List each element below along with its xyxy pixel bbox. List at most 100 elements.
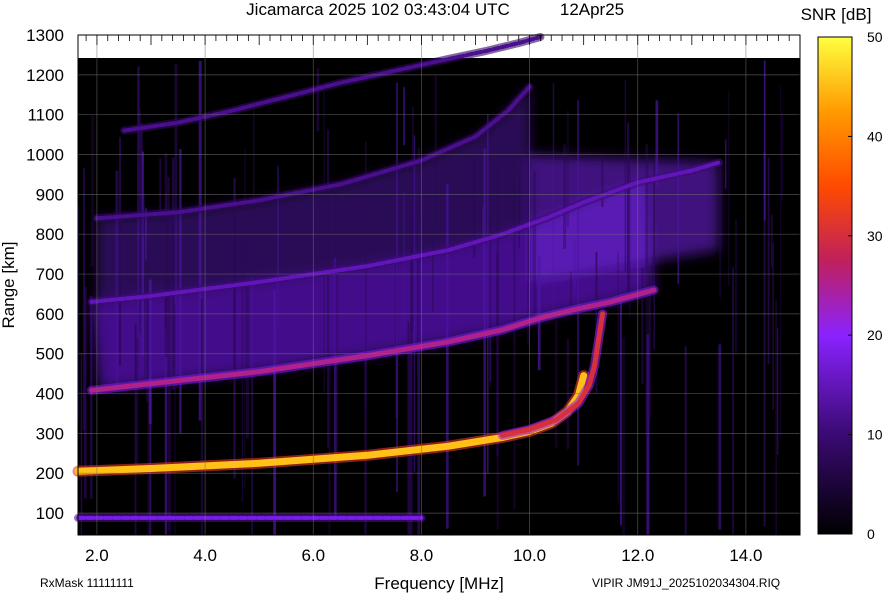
y-tick-label: 200	[36, 464, 64, 483]
y-tick-label: 600	[36, 305, 64, 324]
noise-stripe	[171, 157, 175, 390]
noise-stripe	[577, 100, 580, 466]
noise-stripe	[780, 84, 782, 439]
noise-stripe	[622, 337, 625, 535]
y-tick-label: 400	[36, 385, 64, 404]
noise-stripe	[200, 298, 203, 535]
colorbar-tick-label: 20	[867, 327, 883, 343]
noise-stripe	[617, 252, 619, 503]
y-tick-label: 700	[36, 265, 64, 284]
noise-stripe	[620, 294, 622, 526]
colorbar-tick-label: 0	[867, 526, 875, 542]
noise-stripe	[335, 181, 339, 471]
noise-stripe	[273, 290, 277, 535]
noise-stripe	[735, 219, 737, 354]
noise-stripe	[624, 80, 627, 272]
colorbar-tick-label: 50	[867, 29, 883, 45]
x-tick-label: 6.0	[301, 546, 325, 565]
x-tick-label: 12.0	[621, 546, 654, 565]
y-tick-label: 300	[36, 424, 64, 443]
noise-stripe	[573, 238, 577, 295]
noise-stripe	[653, 162, 655, 350]
noise-stripe	[159, 158, 162, 238]
x-tick-labels: 2.0 4.0 6.0 8.0 10.0 12.0 14.0	[85, 546, 762, 565]
noise-stripe	[434, 75, 437, 222]
chart-date: 12Apr25	[560, 0, 624, 19]
x-tick-label: 8.0	[410, 546, 434, 565]
noise-stripe	[487, 114, 489, 475]
noise-stripe	[718, 344, 722, 530]
y-tick-label: 800	[36, 225, 64, 244]
noise-stripe	[119, 137, 122, 366]
y-tick-label: 1200	[26, 66, 64, 85]
noise-stripe	[489, 334, 492, 382]
noise-stripe	[772, 242, 774, 410]
noise-stripe	[627, 122, 630, 294]
y-tick-label: 1000	[26, 146, 64, 165]
noise-stripe	[563, 144, 567, 249]
noise-stripe	[684, 346, 687, 535]
filename-label: VIPIR JM91J_2025102034304.RIQ	[592, 576, 780, 590]
y-tick-label: 100	[36, 504, 64, 523]
noise-stripe	[410, 319, 413, 401]
noise-stripe	[316, 68, 320, 132]
noise-stripe	[417, 147, 420, 535]
noise-stripe	[253, 109, 255, 207]
noise-stripe	[403, 87, 405, 146]
noise-stripe	[446, 184, 449, 529]
noise-stripe	[496, 162, 499, 530]
x-tick-label: 10.0	[513, 546, 546, 565]
noise-stripe	[725, 139, 727, 189]
noise-stripe	[277, 165, 279, 328]
noise-stripe	[80, 353, 83, 535]
noise-stripe	[246, 282, 249, 439]
noise-stripe	[432, 228, 434, 313]
y-tick-label: 1100	[27, 106, 64, 125]
colorbar-ticks: 0 10 20 30 40 50	[848, 29, 883, 542]
noise-stripe	[777, 328, 779, 455]
noise-stripe	[149, 293, 152, 535]
noise-stripe	[554, 320, 558, 449]
x-tick-label: 2.0	[85, 546, 109, 565]
noise-stripe	[677, 113, 680, 285]
x-tick-label: 4.0	[193, 546, 217, 565]
y-axis-label: Range [km]	[0, 242, 18, 329]
noise-stripe	[781, 113, 783, 201]
rxmask-label: RxMask 11111111	[40, 576, 134, 590]
noise-stripe	[395, 82, 398, 493]
y-tick-labels: 100 200 300 400 500 600 700 800 900 1000 1100 1200 1…	[26, 26, 64, 523]
noise-stripe	[164, 153, 168, 357]
chart-title: Jicamarca 2025 102 03:43:04 UTC	[246, 0, 510, 19]
colorbar-title: SNR [dB]	[801, 5, 872, 24]
noise-stripe	[328, 353, 331, 535]
noise-stripe	[174, 305, 176, 535]
y-tick-label: 900	[36, 185, 64, 204]
noise-stripe	[719, 163, 721, 298]
noise-stripe	[323, 91, 325, 393]
ionogram-chart: 1002003004005006007008009001000110012001…	[0, 0, 883, 593]
noise-stripe	[767, 157, 770, 364]
noise-stripe	[641, 267, 644, 385]
y-tick-label: 1300	[26, 26, 64, 45]
noise-stripe	[763, 60, 766, 221]
x-axis-label: Frequency [MHz]	[374, 574, 503, 593]
noise-stripe	[169, 278, 171, 535]
y-tick-label: 500	[36, 345, 64, 364]
colorbar-tick-label: 30	[867, 228, 883, 244]
colorbar	[817, 36, 853, 535]
noise-stripe	[728, 91, 730, 286]
noise-stripe	[137, 80, 140, 192]
noise-stripe	[251, 276, 254, 535]
noise-stripe	[552, 83, 555, 313]
colorbar-tick-label: 10	[867, 427, 883, 443]
noise-stripe	[164, 329, 167, 535]
noise-stripe	[115, 170, 119, 389]
noise-stripe	[142, 165, 144, 237]
x-tick-label: 14.0	[729, 546, 762, 565]
noise-stripe	[91, 114, 95, 267]
noise-stripe	[655, 100, 659, 186]
noise-stripe	[413, 135, 416, 473]
noise-stripe	[135, 337, 139, 469]
noise-stripe	[775, 299, 777, 535]
noise-stripe	[732, 267, 734, 535]
